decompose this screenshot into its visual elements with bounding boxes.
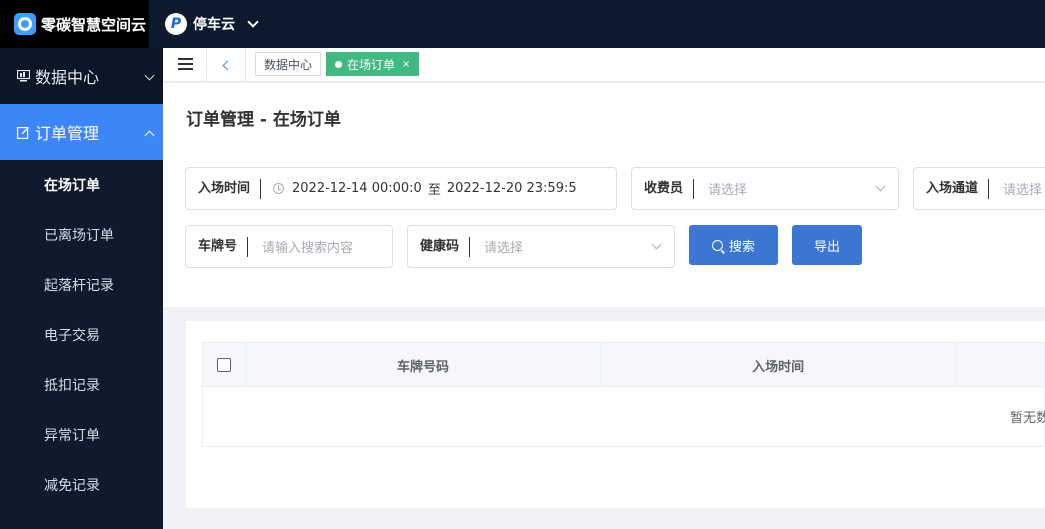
hamburger-menu-icon[interactable] [178,58,193,70]
sidebar-item-abnormal-orders[interactable]: 异常订单 [0,410,163,460]
export-button[interactable]: 导出 [792,225,862,265]
plate-search-field[interactable]: 车牌号 请输入搜索内容 [185,225,393,268]
orders-table: 车牌号码 入场时间 暂无数据 [202,342,1045,447]
table-header: 车牌号码 入场时间 [203,343,1044,387]
sidebar: 数据中心 订单管理 在场订单 已离场订单 起落杆记录 电子交易 抵扣记录 异常订… [0,48,163,529]
tab-on-site-orders[interactable]: 在场订单 × [326,52,420,76]
tab-bar: 数据中心 在场订单 × [163,48,1045,82]
cashier-label: 收费员 [632,178,695,199]
product-switcher[interactable]: P 停车云 [165,0,259,48]
close-icon[interactable]: × [402,59,410,70]
entry-time-label: 入场时间 [186,178,262,199]
plate-label: 车牌号 [186,236,249,257]
chevron-down-icon [651,239,662,250]
select-all-cell [203,343,246,387]
health-code-label: 健康码 [408,236,471,257]
brand-name: 零碳智慧空间云 [41,15,147,34]
edit-icon [16,125,30,139]
sidebar-item-deduction-records[interactable]: 抵扣记录 [0,360,163,410]
chevron-down-icon [247,16,259,28]
sidebar-group-data-center[interactable]: 数据中心 [0,48,163,104]
sidebar-item-on-site-orders[interactable]: 在场订单 [0,160,163,210]
entry-channel-select[interactable]: 入场通道 请选择 [913,167,1045,210]
top-bar: 零碳智慧空间云 P 停车云 [0,0,1045,48]
chevron-left-icon [222,60,233,70]
chevron-down-icon [144,70,155,81]
search-button[interactable]: 搜索 [689,225,778,265]
health-code-placeholder: 请选择 [484,241,524,256]
submenu: 在场订单 已离场订单 起落杆记录 电子交易 抵扣记录 异常订单 减免记录 [0,160,163,510]
sidebar-item-departed-orders[interactable]: 已离场订单 [0,210,163,260]
parking-icon: P [165,13,187,35]
brand-logo-icon [14,13,36,35]
clock-icon [273,183,285,194]
empty-state-text: 暂无数据 [1009,411,1045,426]
cashier-select[interactable]: 收费员 请选择 [631,167,899,210]
tab-data-center[interactable]: 数据中心 [255,52,322,76]
search-panel: 订单管理 - 在场订单 入场时间 2022-12-14 00:00:0 至 20… [163,83,1045,307]
search-button-label: 搜索 [728,239,755,255]
monitor-icon [16,69,30,83]
chevron-up-icon [144,130,155,141]
health-code-select[interactable]: 健康码 请选择 [407,225,675,268]
brand-logo[interactable]: 零碳智慧空间云 [0,0,149,48]
entry-time-end[interactable]: 2022-12-20 23:59:5 [447,181,577,196]
product-name: 停车云 [193,17,235,33]
sidebar-item-waiver-records[interactable]: 减免记录 [0,460,163,510]
column-header-entry-time[interactable]: 入场时间 [601,343,957,387]
entry-channel-label: 入场通道 [914,178,990,199]
active-dot-icon [335,60,342,68]
chevron-down-icon [875,181,886,192]
cashier-placeholder: 请选择 [708,183,748,198]
tab-label: 数据中心 [264,57,313,72]
back-button[interactable] [206,48,246,82]
table-panel: 车牌号码 入场时间 暂无数据 [186,321,1045,508]
column-header-plate[interactable]: 车牌号码 [246,343,602,387]
tab-label: 在场订单 [347,57,396,72]
select-all-checkbox[interactable] [216,358,231,372]
sidebar-item-e-transactions[interactable]: 电子交易 [0,310,163,360]
search-icon [711,239,723,251]
entry-time-range-picker[interactable]: 入场时间 2022-12-14 00:00:0 至 2022-12-20 23:… [185,167,617,210]
plate-input[interactable]: 请输入搜索内容 [248,237,353,256]
entry-channel-placeholder: 请选择 [1003,183,1043,198]
sidebar-item-barrier-records[interactable]: 起落杆记录 [0,260,163,310]
sidebar-group-label: 订单管理 [35,124,100,143]
export-button-label: 导出 [813,239,840,255]
entry-time-start[interactable]: 2022-12-14 00:00:0 [292,181,422,196]
sidebar-group-label: 数据中心 [35,68,100,87]
range-separator: 至 [427,183,441,198]
sidebar-group-order-management[interactable]: 订单管理 [0,104,163,160]
page-title: 订单管理 - 在场订单 [186,110,341,130]
column-header-next [956,343,1044,387]
